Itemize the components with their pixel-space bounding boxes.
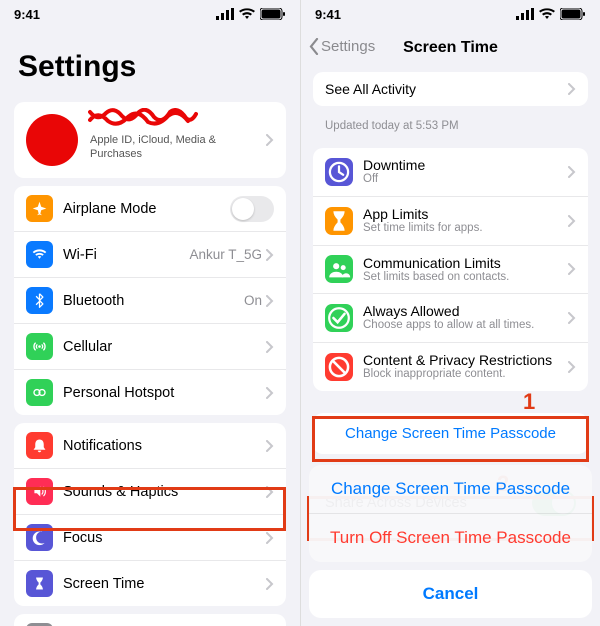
- sheet-turn-off-passcode[interactable]: Turn Off Screen Time Passcode: [309, 514, 592, 562]
- airplane-mode-row[interactable]: Airplane Mode: [14, 186, 286, 232]
- cellular-icon: [216, 8, 234, 20]
- chevron-right-icon: [266, 249, 274, 261]
- device-card: General Control Center —: [14, 614, 286, 626]
- redaction-scribble: [88, 108, 198, 126]
- sheet-cancel[interactable]: Cancel: [309, 570, 592, 618]
- page-title: Settings: [0, 28, 300, 94]
- apple-id-subtitle: Apple ID, iCloud, Media & Purchases: [90, 134, 266, 162]
- hotspot-label: Personal Hotspot: [63, 385, 266, 401]
- hotspot-row[interactable]: Personal Hotspot: [14, 370, 286, 415]
- chevron-right-icon: [266, 134, 274, 146]
- wifi-row[interactable]: Wi-Fi Ankur T_5G: [14, 232, 286, 278]
- screen-time-label: Screen Time: [63, 576, 266, 592]
- wifi-value: Ankur T_5G: [189, 247, 262, 262]
- chevron-right-icon: [266, 341, 274, 353]
- status-icons: [216, 8, 286, 20]
- chevron-right-icon: [266, 578, 274, 590]
- bluetooth-icon: [26, 287, 53, 314]
- chevron-right-icon: [266, 532, 274, 544]
- bluetooth-label: Bluetooth: [63, 293, 244, 309]
- airplane-toggle[interactable]: [230, 196, 274, 222]
- airplane-icon: [26, 195, 53, 222]
- screen-time-row[interactable]: Screen Time: [14, 561, 286, 606]
- screen-time-screen: 9:41 Settings Screen Time See All Activi…: [300, 0, 600, 626]
- status-bar: 9:41: [0, 0, 300, 28]
- general-row[interactable]: General: [14, 614, 286, 626]
- screen-time-icon: [26, 570, 53, 597]
- chevron-right-icon: [266, 486, 274, 498]
- bluetooth-value: On: [244, 293, 262, 308]
- sounds-row[interactable]: Sounds & Haptics: [14, 469, 286, 515]
- hotspot-icon: [26, 379, 53, 406]
- bluetooth-row[interactable]: Bluetooth On: [14, 278, 286, 324]
- chevron-right-icon: [266, 387, 274, 399]
- chevron-right-icon: [266, 295, 274, 307]
- notifications-row[interactable]: Notifications: [14, 423, 286, 469]
- wifi-icon: [238, 8, 256, 20]
- chevron-right-icon: [266, 440, 274, 452]
- cellular-settings-icon: [26, 333, 53, 360]
- sounds-icon: [26, 478, 53, 505]
- cellular-label: Cellular: [63, 339, 266, 355]
- sounds-label: Sounds & Haptics: [63, 484, 266, 500]
- wifi-label: Wi-Fi: [63, 247, 189, 263]
- connectivity-card: Airplane Mode Wi-Fi Ankur T_5G Bluetooth…: [14, 186, 286, 415]
- action-sheet-overlay: Change Screen Time Passcode Turn Off Scr…: [301, 0, 600, 626]
- notifications-label: Notifications: [63, 438, 266, 454]
- notifications-icon: [26, 432, 53, 459]
- focus-icon: [26, 524, 53, 551]
- apple-id-row[interactable]: Apple ID, iCloud, Media & Purchases: [14, 102, 286, 178]
- settings-screen: 9:41 Settings Apple ID, iCloud, Media & …: [0, 0, 300, 626]
- airplane-label: Airplane Mode: [63, 201, 230, 217]
- focus-label: Focus: [63, 530, 266, 546]
- cellular-row[interactable]: Cellular: [14, 324, 286, 370]
- focus-row[interactable]: Focus: [14, 515, 286, 561]
- status-time: 9:41: [14, 7, 40, 22]
- alerts-card: Notifications Sounds & Haptics Focus Scr…: [14, 423, 286, 606]
- avatar: [26, 114, 78, 166]
- apple-id-card: Apple ID, iCloud, Media & Purchases: [14, 102, 286, 178]
- sheet-change-passcode[interactable]: Change Screen Time Passcode: [309, 465, 592, 514]
- action-sheet-options: Change Screen Time Passcode Turn Off Scr…: [309, 465, 592, 562]
- action-sheet: Change Screen Time Passcode Turn Off Scr…: [309, 465, 592, 618]
- battery-icon: [260, 8, 286, 20]
- wifi-settings-icon: [26, 241, 53, 268]
